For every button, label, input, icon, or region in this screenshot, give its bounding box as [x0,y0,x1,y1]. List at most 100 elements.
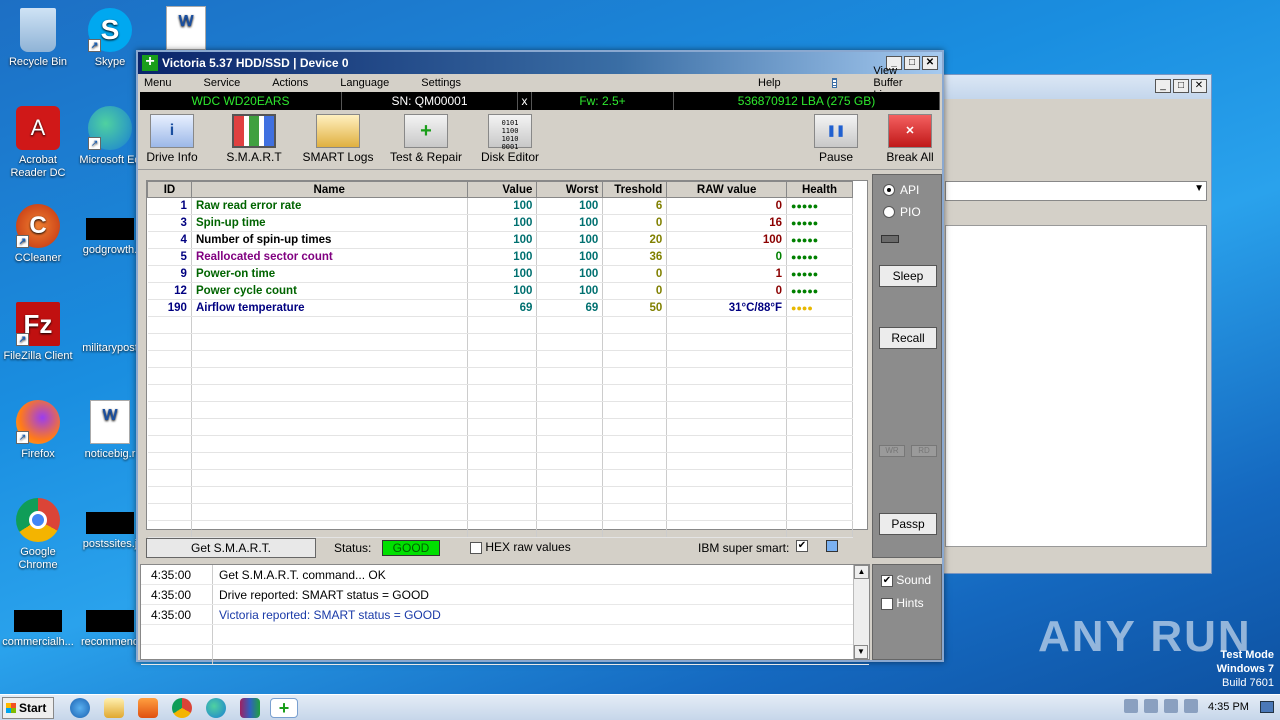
log-row-empty [141,645,869,665]
chrome-taskbar-icon[interactable] [172,698,192,718]
sleep-button[interactable]: Sleep [879,265,937,287]
table-row[interactable]: 12 Power cycle count 100 100 0 0 ●●●●● [147,282,853,300]
recall-button[interactable]: Recall [879,327,937,349]
word-document-icon: W [90,400,130,444]
attr-value: 100 [467,231,538,249]
drive-close-button[interactable]: x [518,92,532,110]
edge-taskbar-icon[interactable] [206,698,226,718]
smart-button[interactable]: S.M.A.R.T [224,114,284,164]
background-window-titlebar[interactable]: _ □ ✕ [941,75,1211,99]
attr-raw: 0 [666,282,788,300]
ibm-super-smart-checkbox[interactable]: ✔ [796,540,808,552]
table-row[interactable]: 5 Reallocated sector count 100 100 36 0 ●●●●● [147,248,853,266]
first-aid-icon: + [404,114,448,148]
start-button[interactable]: Start [2,697,54,719]
attr-id: 12 [147,282,192,300]
desktop-icon-chrome[interactable]: Google Chrome [0,498,76,572]
desktop-icon-ccleaner[interactable]: C ↗ CCleaner [0,204,76,265]
attr-worst: 100 [536,197,604,215]
smart-attributes-table: ID Name Value Worst Treshold RAW value H… [147,181,853,538]
disk-editor-button[interactable]: 0101 1100 1010 0001 Disk Editor [478,114,542,164]
smart-logs-button[interactable]: SMART Logs [302,114,374,164]
pio-radio[interactable]: PIO [883,205,921,219]
start-label: Start [19,701,47,715]
menu-item-actions[interactable]: Actions [272,77,308,89]
drive-firmware: Fw: 2.5+ [532,92,674,110]
scroll-up-icon[interactable]: ▲ [854,565,869,579]
attr-health: ●●●●● [786,197,853,215]
column-header-worst[interactable]: Worst [536,181,604,198]
battery-icon[interactable] [1164,699,1178,713]
victoria-taskbar-icon[interactable]: + [270,698,298,718]
test-repair-button[interactable]: + Test & Repair [386,114,466,164]
media-player-icon[interactable] [138,698,158,718]
desktop-icon-recycle-bin[interactable]: Recycle Bin [0,8,76,69]
table-row[interactable]: 1 Raw read error rate 100 100 6 0 ●●●●● [147,197,853,215]
desktop-icon-acrobat[interactable]: A Acrobat Reader DC [0,106,76,180]
desktop-icon-commercialh[interactable]: commercialh... [0,596,76,649]
redacted-file-icon [86,610,134,632]
menu-item-help[interactable]: Help [758,77,781,89]
break-all-label: Break All [886,150,934,164]
desktop-icon-filezilla[interactable]: Fz ↗ FileZilla Client [0,302,76,363]
log-row: 4:35:00 Victoria reported: SMART status =… [141,605,869,625]
close-button[interactable]: ✕ [1191,79,1207,93]
hints-checkbox[interactable]: Hints [881,596,924,610]
column-header-health[interactable]: Health [786,181,853,198]
explorer-folder-icon[interactable] [104,698,124,718]
menu-item-service[interactable]: Service [204,77,241,89]
background-window[interactable]: _ □ ✕ ▼ [940,74,1212,574]
minimize-button[interactable]: _ [1155,79,1171,93]
network-icon[interactable] [1144,699,1158,713]
table-row[interactable]: 190 Airflow temperature 69 69 50 31°C/88°F ●●●… [147,299,853,317]
flag-icon[interactable] [1184,699,1198,713]
internet-explorer-icon[interactable] [70,698,90,718]
column-header-raw[interactable]: RAW value [666,181,788,198]
drive-info-button[interactable]: i Drive Info [144,114,200,164]
speaker-icon[interactable] [1124,699,1138,713]
desktop-icon-word-doc[interactable]: W [148,6,224,54]
column-header-value[interactable]: Value [466,181,538,198]
smart-table-pane[interactable]: ID Name Value Worst Treshold RAW value H… [146,180,868,538]
menu-bar: Menu Service Actions Language Settings H… [138,65,942,101]
attr-id: 1 [147,197,192,215]
passp-button[interactable]: Passp [879,513,937,535]
test-mode-line2: Windows 7 [1216,663,1274,675]
menu-item-language[interactable]: Language [340,77,389,89]
column-header-name[interactable]: Name [190,181,468,198]
menu-item-menu[interactable]: Menu [144,77,172,89]
taskbar-clock[interactable]: 4:35 PM [1208,701,1249,713]
view-buffer-live-label: View Buffer Live [873,65,903,101]
sound-checkbox[interactable]: ✔ Sound [881,573,931,587]
attr-value: 100 [467,214,538,232]
break-all-button[interactable]: ✕ Break All [884,114,936,164]
log-scrollbar[interactable]: ▲ ▼ [853,565,869,659]
attr-id: 4 [147,231,192,249]
window-titlebar[interactable]: + Victoria 5.37 HDD/SSD | Device 0 _ □ ✕ [138,52,942,74]
menu-item-settings[interactable]: Settings [421,77,461,89]
log-pane[interactable]: 4:35:00 Get S.M.A.R.T. command... OK 4:35:… [140,564,870,665]
desktop-icon-firefox[interactable]: ↗ Firefox [0,400,76,461]
log-message: Drive reported: SMART status = GOOD [219,588,429,602]
log-message: Victoria reported: SMART status = GOOD [219,608,441,622]
hex-raw-checkbox[interactable]: HEX raw values [470,540,571,554]
victoria-window[interactable]: + Victoria 5.37 HDD/SSD | Device 0 _ □ ✕… [136,50,944,665]
status-label: Status: [334,541,372,555]
redacted-file-icon [86,218,134,240]
pause-button[interactable]: ❚❚ Pause [814,114,858,164]
table-row[interactable]: 3 Spin-up time 100 100 0 16 ●●●●● [147,214,853,232]
column-header-threshold[interactable]: Treshold [602,181,668,198]
color-indicator-square[interactable] [826,540,838,552]
column-header-id[interactable]: ID [147,181,192,198]
table-row[interactable]: 9 Power-on time 100 100 0 1 ●●●●● [147,265,853,283]
view-buffer-live-toggle[interactable]: View Buffer Live [832,65,939,101]
get-smart-button[interactable]: Get S.M.A.R.T. [146,538,316,558]
maximize-button[interactable]: □ [1173,79,1189,93]
show-desktop-icon[interactable] [1260,701,1274,713]
desktop-icon-label: Recycle Bin [8,56,68,68]
scroll-down-icon[interactable]: ▼ [854,645,868,659]
api-radio[interactable]: API [883,183,919,197]
table-row[interactable]: 4 Number of spin-up times 100 100 20 100 ●●●●● [147,231,853,249]
winrar-icon[interactable] [240,698,260,718]
background-combobox[interactable]: ▼ [945,181,1207,201]
